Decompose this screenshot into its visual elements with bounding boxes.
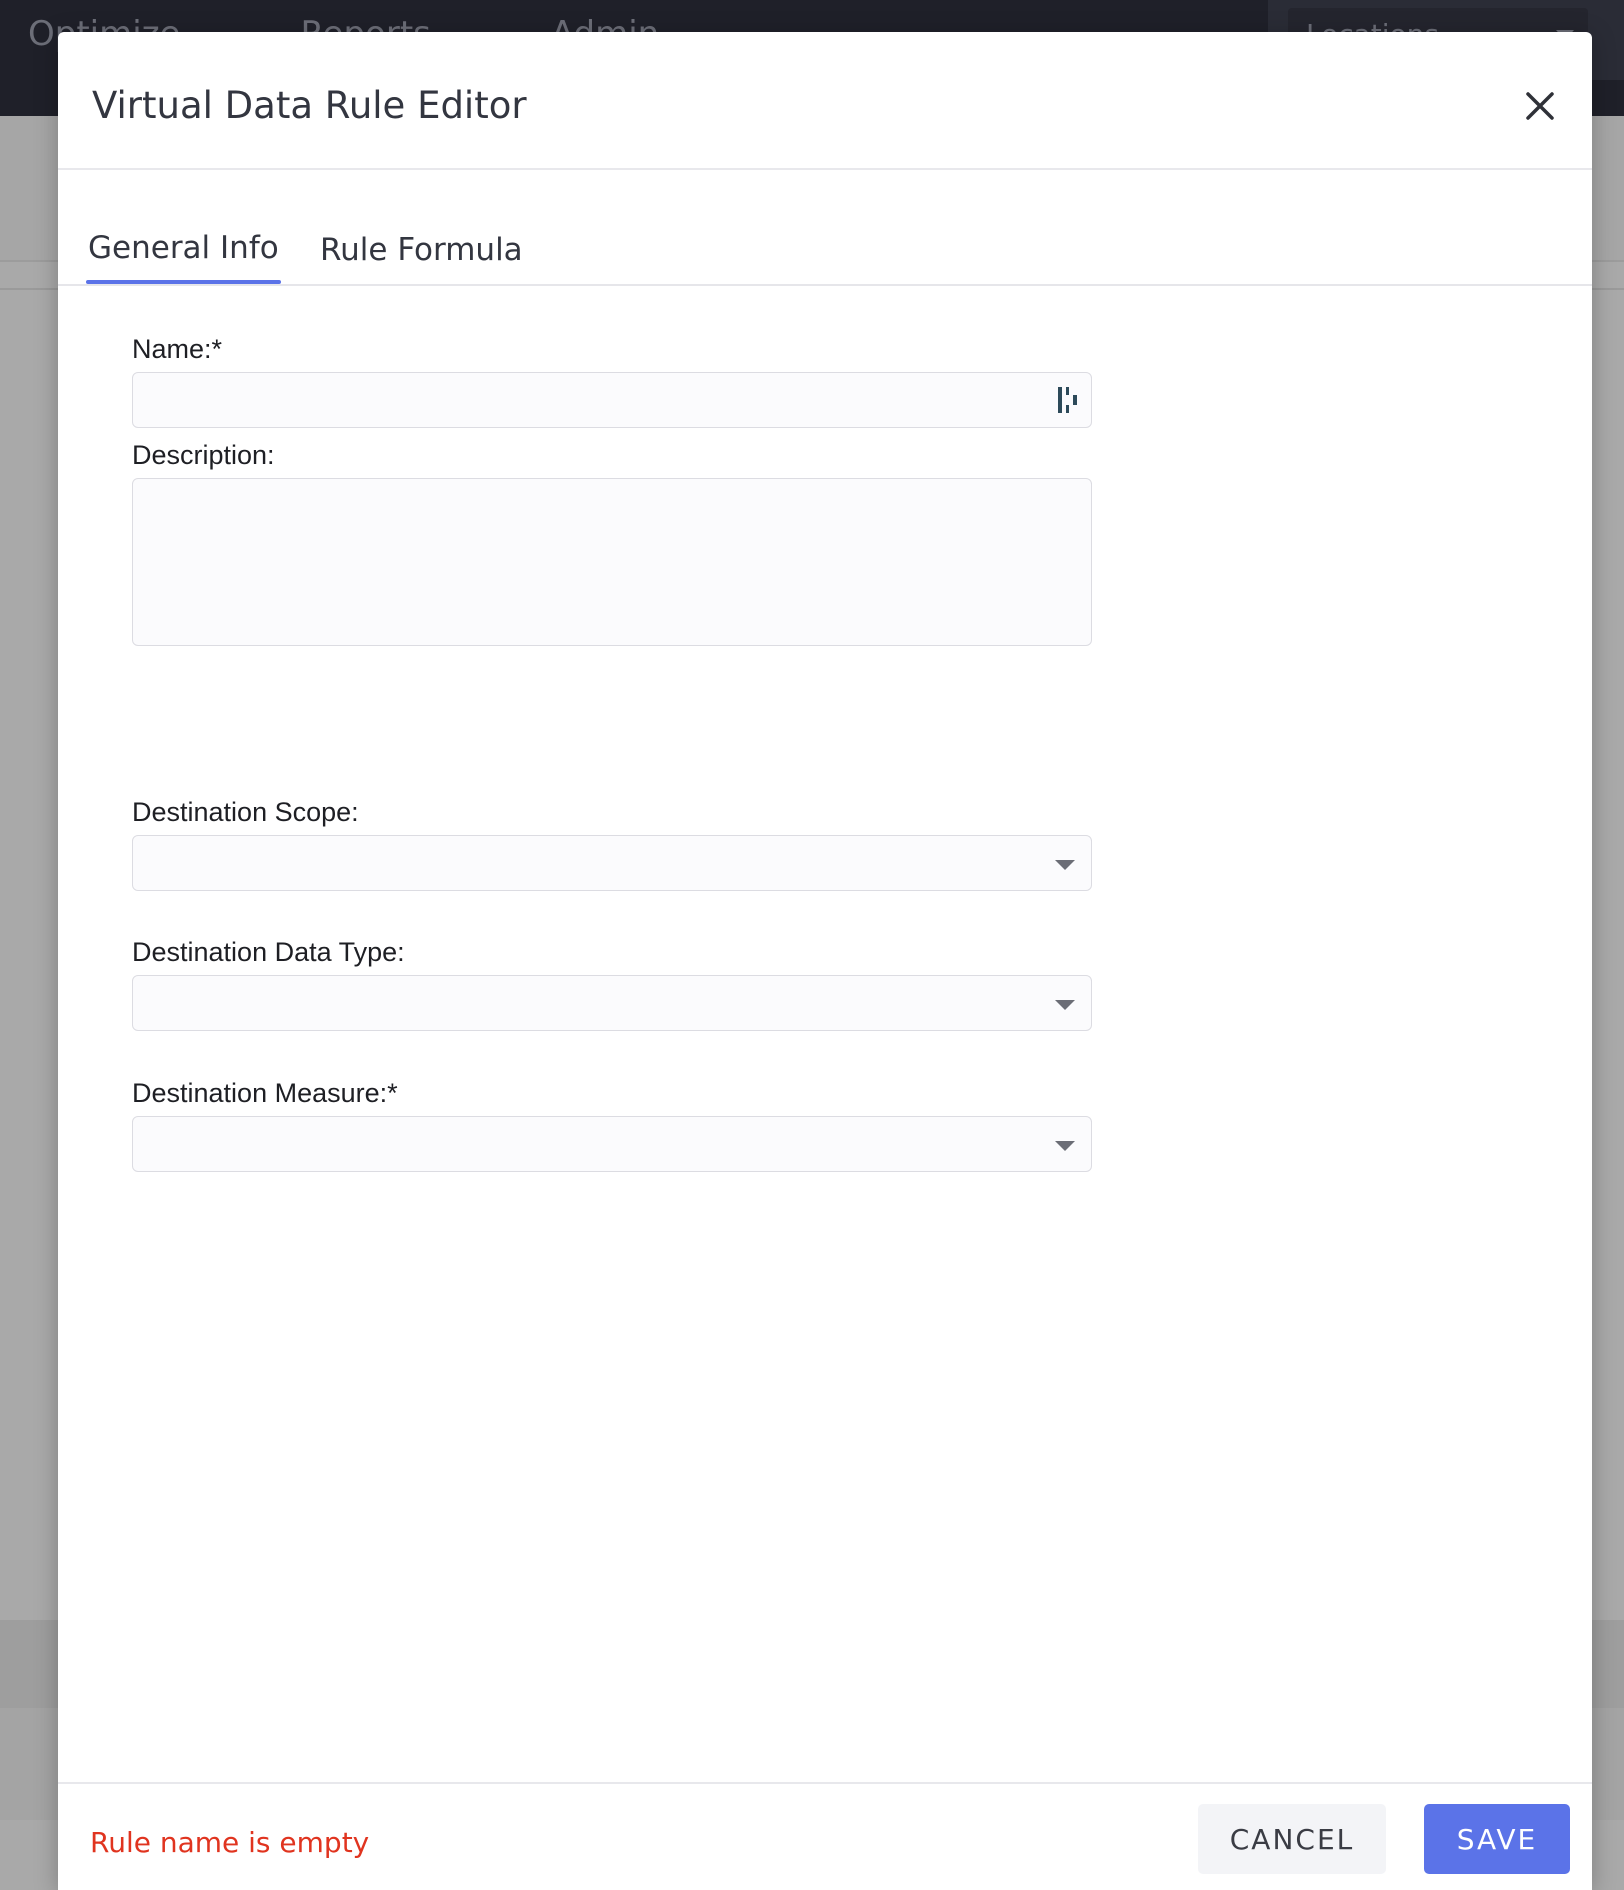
- chevron-down-icon: [1055, 860, 1075, 870]
- destination-measure-select[interactable]: [132, 1116, 1092, 1172]
- footer-divider: [58, 1782, 1592, 1784]
- rule-editor-modal: Virtual Data Rule Editor General Info Ru…: [58, 32, 1592, 1890]
- chevron-down-icon: [1055, 1000, 1075, 1010]
- destination-scope-select[interactable]: [132, 835, 1092, 891]
- close-icon: [1526, 92, 1554, 120]
- description-textarea[interactable]: [132, 478, 1092, 646]
- name-input[interactable]: [132, 372, 1092, 428]
- text-cursor-icon[interactable]: [1056, 385, 1082, 415]
- destination-data-type-select[interactable]: [132, 975, 1092, 1031]
- modal-title: Virtual Data Rule Editor: [92, 84, 527, 127]
- cancel-button[interactable]: CANCEL: [1198, 1804, 1386, 1874]
- destination-scope-label: Destination Scope:: [132, 797, 359, 827]
- name-label: Name:*: [132, 334, 223, 364]
- description-label: Description:: [132, 440, 275, 470]
- chevron-down-icon: [1055, 1141, 1075, 1151]
- error-message: Rule name is empty: [90, 1826, 370, 1859]
- close-button[interactable]: [1518, 84, 1562, 128]
- destination-data-type-label: Destination Data Type:: [132, 937, 405, 967]
- save-button[interactable]: SAVE: [1424, 1804, 1570, 1874]
- tab-rule-formula[interactable]: Rule Formula: [320, 232, 523, 284]
- tab-general-info[interactable]: General Info: [86, 230, 281, 284]
- destination-measure-label: Destination Measure:*: [132, 1078, 398, 1108]
- tab-bar: General Info Rule Formula: [58, 170, 1592, 286]
